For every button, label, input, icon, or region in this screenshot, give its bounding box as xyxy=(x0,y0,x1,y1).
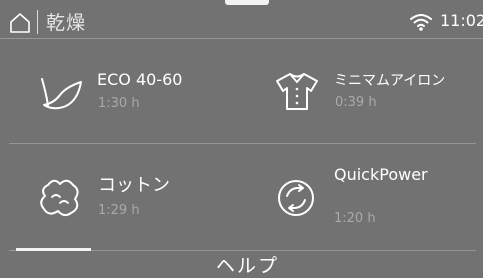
wifi-icon xyxy=(409,12,433,32)
program-name: ミニマムアイロン xyxy=(334,73,446,89)
program-tile-quickpower[interactable]: QuickPower 1:20 h xyxy=(242,144,483,250)
cotton-icon xyxy=(38,177,82,221)
pull-down-handle[interactable] xyxy=(225,0,269,5)
dryer-screen: 乾燥 11:02 ECO 40-60 1:30 h ミニマムアイロン 0:39 … xyxy=(0,0,483,277)
home-icon[interactable] xyxy=(9,12,31,34)
quickpower-icon xyxy=(276,178,316,222)
program-duration: 1:30 h xyxy=(98,96,140,111)
program-name: ECO 40-60 xyxy=(97,70,183,89)
program-tile-cotton[interactable]: コットン 1:29 h xyxy=(0,144,241,250)
page-title: 乾燥 xyxy=(46,12,87,34)
status-bar: 乾燥 11:02 xyxy=(0,0,483,37)
program-tile-minimum-iron[interactable]: ミニマムアイロン 0:39 h xyxy=(242,39,483,143)
shirt-icon xyxy=(274,71,320,117)
program-name: コットン xyxy=(98,175,170,196)
clock: 11:02 xyxy=(440,11,483,30)
program-duration: 1:29 h xyxy=(98,203,140,218)
program-name: QuickPower xyxy=(334,165,428,184)
program-duration: 0:39 h xyxy=(335,95,377,110)
title-separator xyxy=(37,10,38,34)
leaf-icon xyxy=(40,73,84,117)
program-tile-eco-40-60[interactable]: ECO 40-60 1:30 h xyxy=(0,39,241,143)
program-duration: 1:20 h xyxy=(334,211,376,226)
